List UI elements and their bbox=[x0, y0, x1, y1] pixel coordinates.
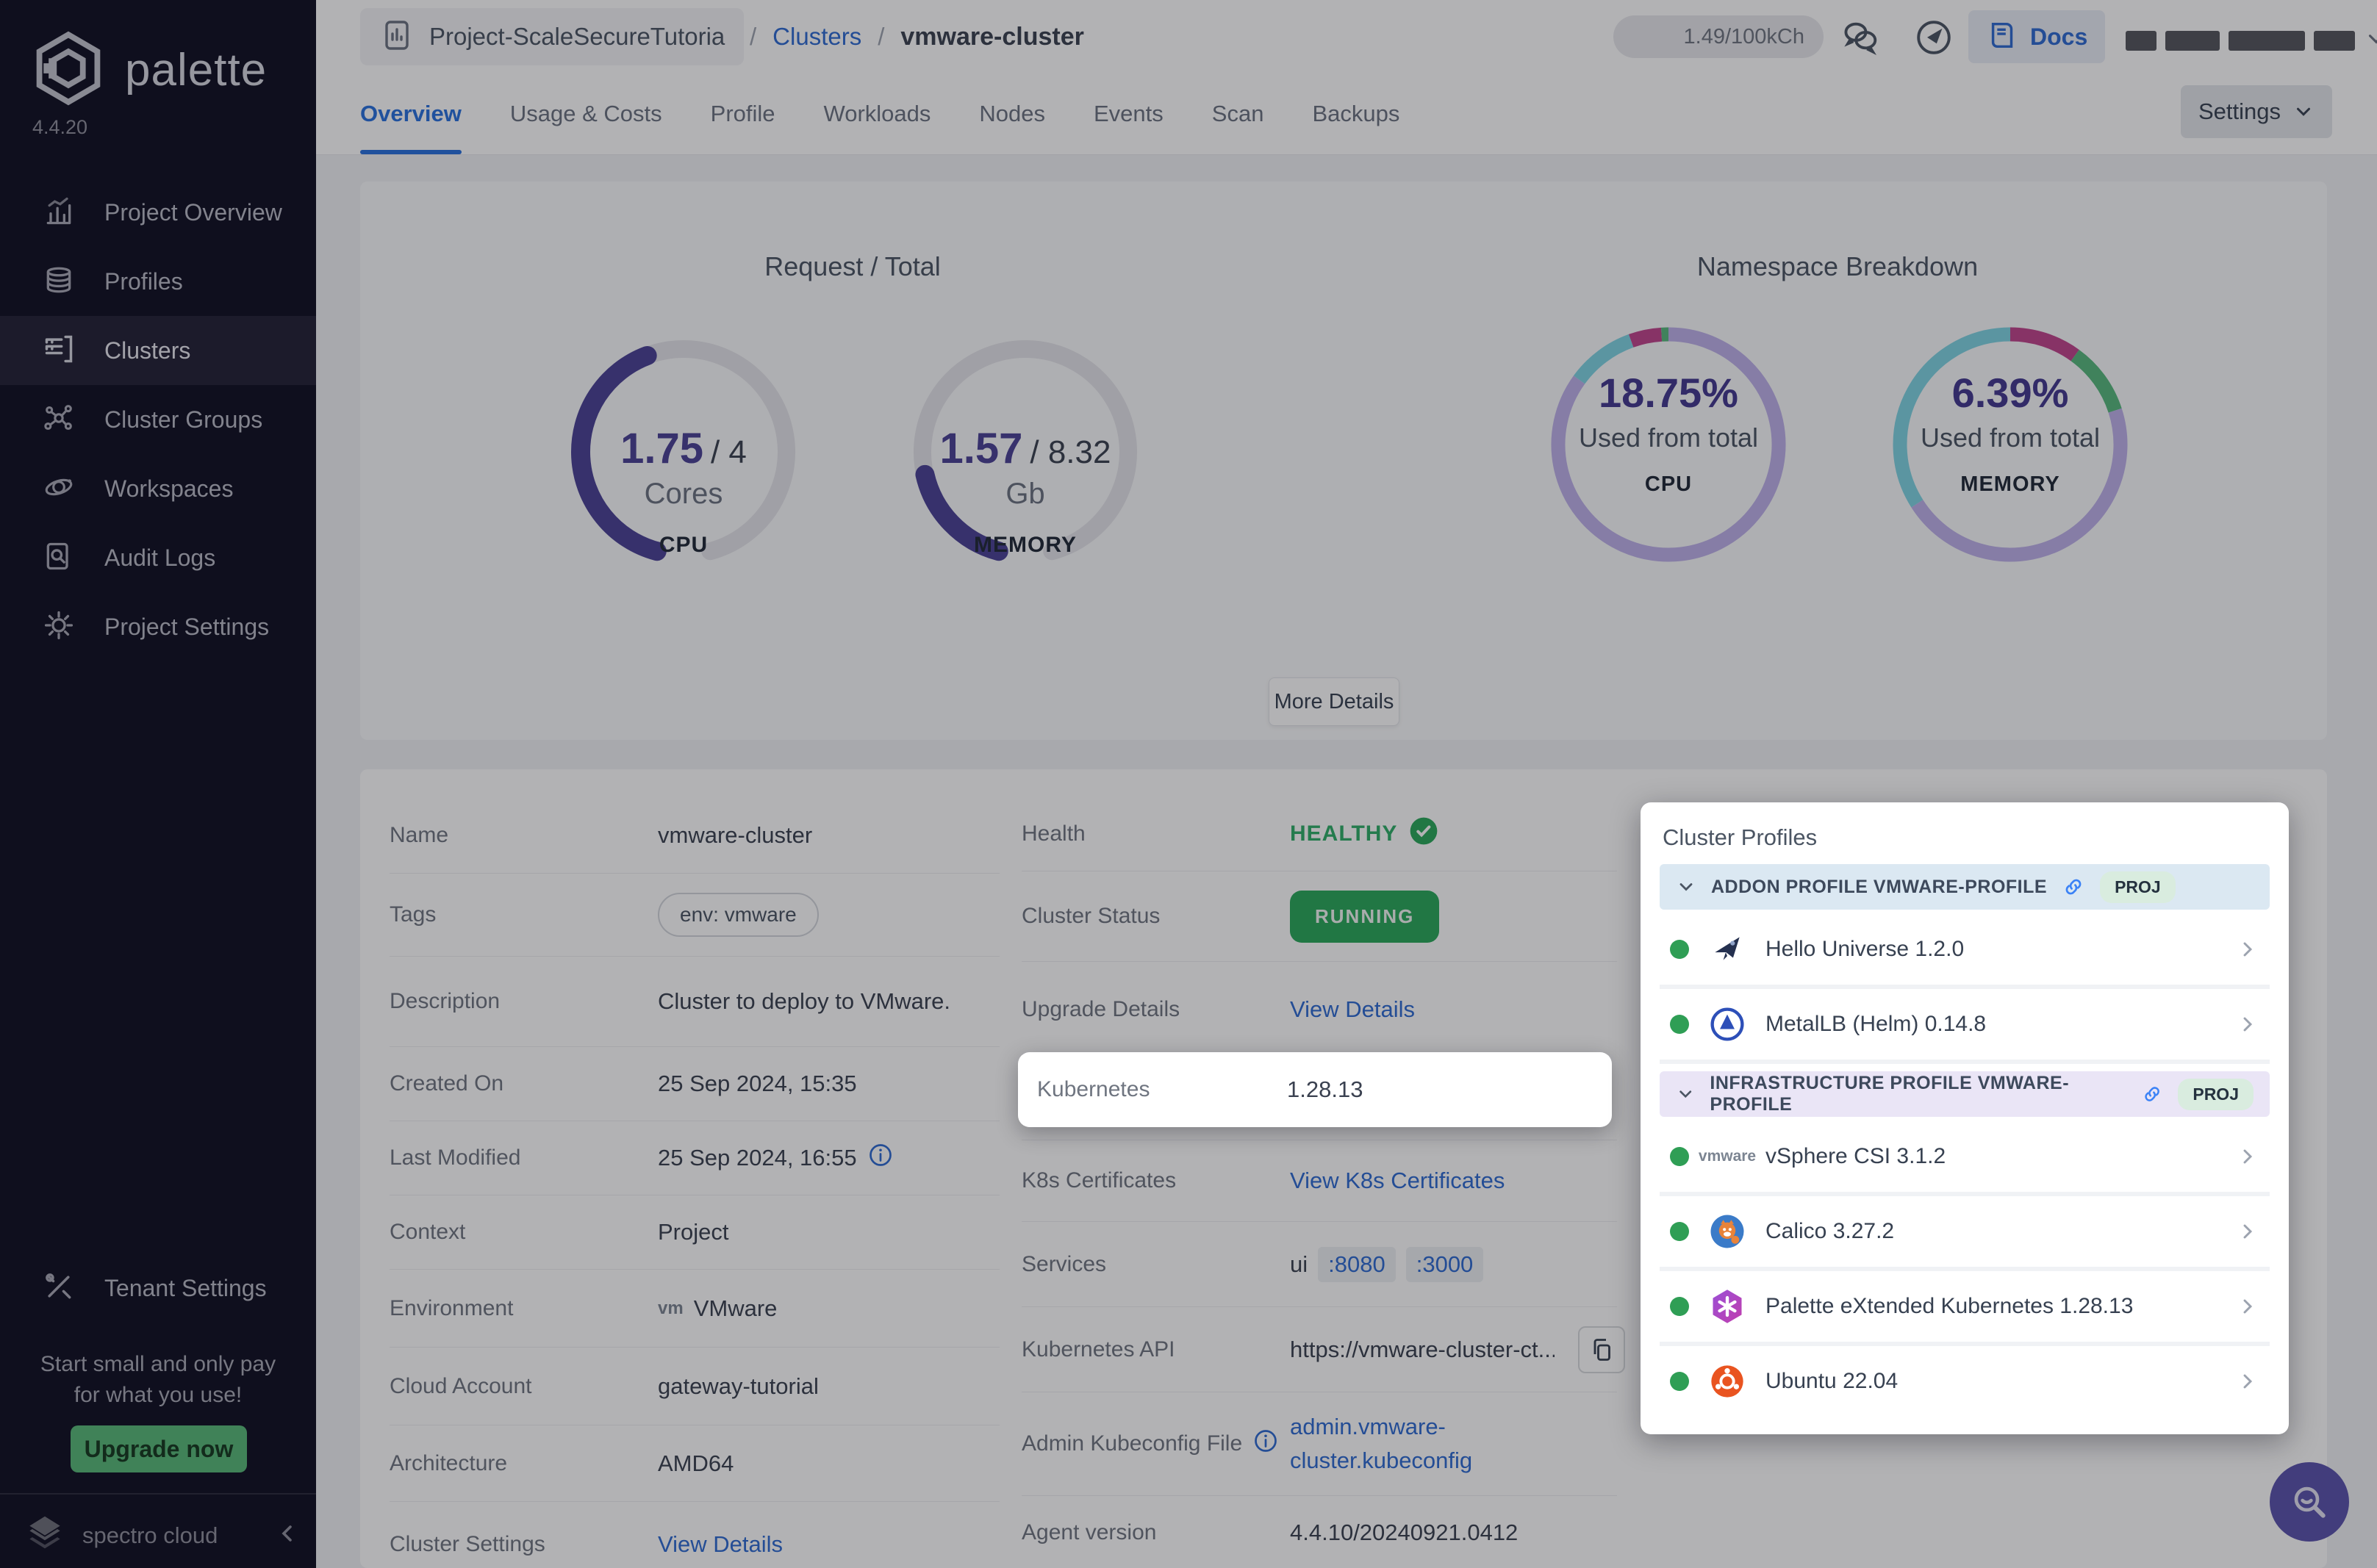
app-root: palette 4.4.20 Project Overview Profiles… bbox=[0, 0, 2377, 1568]
proj-scope-badge: PROJ bbox=[2100, 871, 2176, 903]
profile-layer-ubuntu[interactable]: Ubuntu 22.04 bbox=[1660, 1346, 2270, 1417]
profile-layer-name: MetalLB (Helm) 0.14.8 bbox=[1765, 1012, 1987, 1036]
status-dot bbox=[1670, 1222, 1689, 1241]
status-dot bbox=[1670, 1147, 1689, 1166]
profile-layer-name: vSphere CSI 3.1.2 bbox=[1765, 1144, 1946, 1168]
metallb-icon bbox=[1707, 1004, 1748, 1045]
profile-layer-name: Ubuntu 22.04 bbox=[1765, 1369, 1899, 1393]
status-dot bbox=[1670, 1297, 1689, 1316]
infrastructure-profile-section-header[interactable]: INFRASTRUCTURE PROFILE VMWARE-PROFILE PR… bbox=[1660, 1071, 2270, 1117]
ubuntu-icon bbox=[1707, 1361, 1748, 1402]
profile-layer-vsphere-csi[interactable]: vmware vSphere CSI 3.1.2 bbox=[1660, 1121, 2270, 1196]
profile-layer-name: Hello Universe 1.2.0 bbox=[1765, 937, 1965, 961]
link-icon bbox=[2065, 879, 2082, 895]
profile-layer-palette-kubernetes[interactable]: Palette eXtended Kubernetes 1.28.13 bbox=[1660, 1271, 2270, 1346]
proj-scope-badge: PROJ bbox=[2178, 1078, 2254, 1110]
chevron-right-icon bbox=[2243, 1224, 2253, 1239]
chevron-down-icon bbox=[1679, 1090, 1692, 1098]
profile-layer-name: Palette eXtended Kubernetes 1.28.13 bbox=[1765, 1294, 2134, 1318]
link-icon bbox=[2145, 1087, 2160, 1101]
profile-layer-hello-universe[interactable]: Hello Universe 1.2.0 bbox=[1660, 914, 2270, 989]
profile-layer-name: Calico 3.27.2 bbox=[1765, 1219, 1895, 1243]
cluster-profiles-panel: Cluster Profiles ADDON PROFILE VMWARE-PR… bbox=[1641, 802, 2289, 1434]
panel-title: Cluster Profiles bbox=[1663, 824, 1818, 850]
chevron-down-icon bbox=[1679, 883, 1693, 891]
calico-icon bbox=[1707, 1211, 1748, 1252]
chevron-right-icon bbox=[2243, 1299, 2253, 1314]
status-dot bbox=[1670, 940, 1689, 959]
section-title: INFRASTRUCTURE PROFILE VMWARE-PROFILE bbox=[1710, 1073, 2070, 1115]
kubernetes-label: Kubernetes bbox=[1037, 1077, 1150, 1101]
vmware-logo-icon: vmware bbox=[1698, 1148, 1757, 1165]
status-dot bbox=[1670, 1015, 1689, 1034]
chevron-right-icon bbox=[2243, 1374, 2253, 1389]
palette-k8s-icon bbox=[1707, 1286, 1748, 1327]
hello-universe-icon bbox=[1707, 929, 1748, 970]
profile-layer-calico[interactable]: Calico 3.27.2 bbox=[1660, 1196, 2270, 1271]
chevron-right-icon bbox=[2243, 942, 2253, 957]
section-title: ADDON PROFILE VMWARE-PROFILE bbox=[1711, 876, 2048, 897]
chevron-right-icon bbox=[2243, 1149, 2253, 1164]
chevron-right-icon bbox=[2243, 1017, 2253, 1032]
kubernetes-version-spotlight-row: Kubernetes 1.28.13 bbox=[1018, 1052, 1612, 1127]
profile-layer-metallb[interactable]: MetalLB (Helm) 0.14.8 bbox=[1660, 989, 2270, 1064]
addon-profile-section-header[interactable]: ADDON PROFILE VMWARE-PROFILE PROJ bbox=[1660, 864, 2270, 910]
status-dot bbox=[1670, 1372, 1689, 1391]
kubernetes-version-value: 1.28.13 bbox=[1287, 1076, 1363, 1102]
